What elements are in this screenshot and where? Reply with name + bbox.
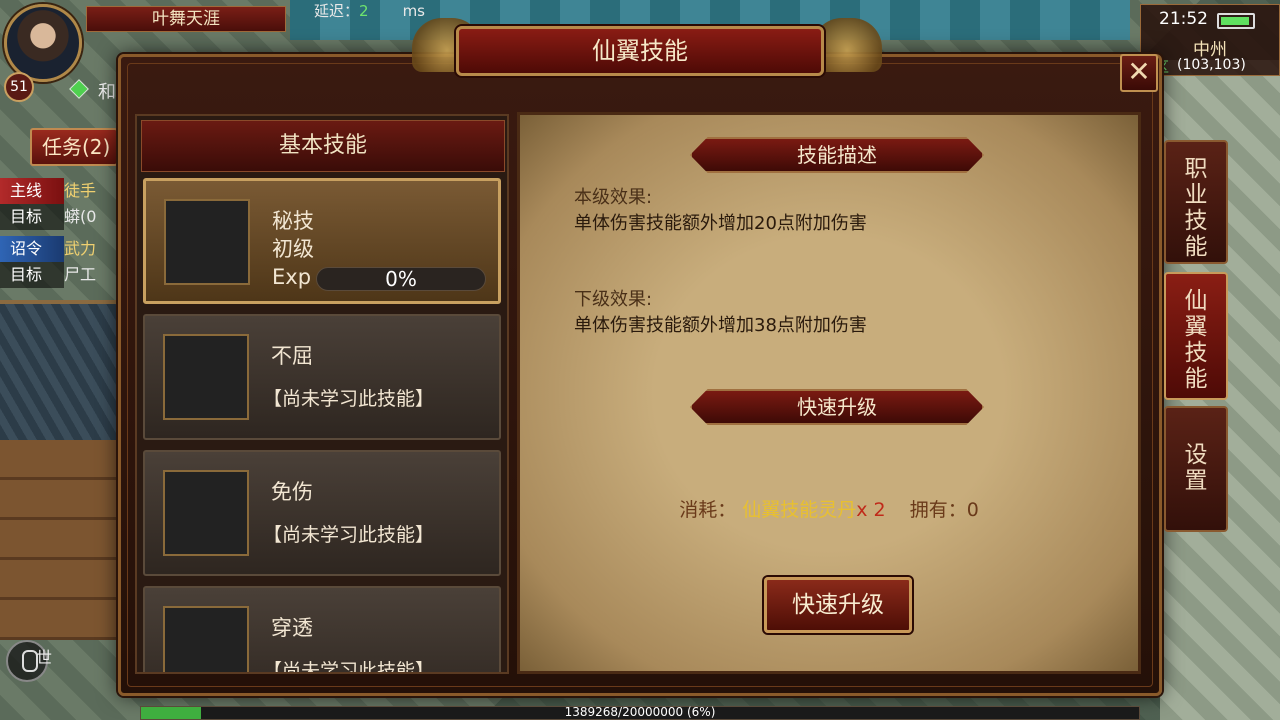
tab-char: 翼 — [1184, 314, 1208, 340]
quest-row-main[interactable]: 主线 徒手 — [0, 178, 118, 204]
quest-target-text: 蟒(0 — [64, 207, 97, 226]
next-effect-text: 单体伤害技能额外增加38点附加伤害 — [574, 315, 867, 336]
quest-target-decree: 目标 尸工 — [0, 262, 118, 288]
skill-item-mianshang[interactable]: 免伤 【尚未学习此技能】 — [143, 450, 501, 576]
player-name: 叶舞天涯 — [86, 6, 286, 32]
quick-upgrade-button[interactable]: 快速升级 — [764, 577, 912, 633]
status-text: 和 — [98, 82, 116, 103]
angel-wings-icon — [163, 334, 249, 420]
quest-row-decree[interactable]: 诏令 武力 — [0, 236, 118, 262]
skill-list-panel: 基本技能 秘技 初级 Exp 0% 不屈 【尚未学习此技能】 免伤 【尚未学习此… — [135, 114, 509, 674]
skill-list-header: 基本技能 — [141, 120, 505, 172]
upgrade-cost-line: 消耗： 仙翼技能灵丹x 2 拥有：0 — [520, 495, 1138, 522]
world-channel-label[interactable]: 世 — [36, 644, 52, 668]
player-coords: (103,103) — [1177, 57, 1246, 73]
experience-text: 1389268/20000000 (6%) — [564, 705, 716, 719]
cost-label: 消耗： — [679, 499, 737, 521]
world-building-roof — [0, 300, 120, 440]
tab-class-skills[interactable]: 职 业 技 能 — [1164, 140, 1228, 264]
skill-status: 【尚未学习此技能】 — [263, 660, 435, 674]
tab-char: 置 — [1184, 468, 1208, 494]
owned-value: 0 — [966, 499, 979, 521]
tab-char: 业 — [1184, 182, 1208, 208]
cost-item: 仙翼技能灵丹 — [742, 499, 857, 521]
tab-char: 能 — [1184, 366, 1208, 392]
close-button[interactable]: ✕ — [1120, 54, 1158, 92]
shield-icon — [163, 470, 249, 556]
quest-target-label: 目标 — [0, 262, 64, 288]
skill-name: 不屈 — [271, 344, 313, 368]
skill-exp-label: Exp — [272, 265, 312, 289]
current-effect-label: 本级效果: — [574, 187, 653, 208]
ping-value: 2 — [359, 2, 369, 20]
fire-burst-icon — [164, 199, 250, 285]
skill-grade: 初级 — [272, 237, 314, 261]
clock-time: 21:52 — [1159, 9, 1208, 29]
skill-item-miji[interactable]: 秘技 初级 Exp 0% — [143, 178, 501, 304]
skill-item-buqu[interactable]: 不屈 【尚未学习此技能】 — [143, 314, 501, 440]
quest-tag-main: 主线 — [0, 178, 64, 204]
task-tab-button[interactable]: 任务(2) — [30, 128, 118, 166]
tab-char: 仙 — [1184, 288, 1208, 314]
quest-text-decree: 武力 — [64, 239, 97, 258]
quest-target-label: 目标 — [0, 204, 64, 230]
world-building-wall — [0, 440, 120, 640]
skill-status: 【尚未学习此技能】 — [263, 388, 435, 410]
skill-description-header: 技能描述 — [690, 137, 984, 173]
skill-name: 秘技 — [272, 209, 314, 233]
tab-char: 技 — [1184, 208, 1208, 234]
quest-tag-decree: 诏令 — [0, 236, 64, 262]
dialog-title: 仙翼技能 — [456, 26, 824, 76]
player-level-badge: 51 — [4, 72, 34, 102]
cost-multiplier: x 2 — [856, 499, 886, 521]
tab-settings[interactable]: 设 置 — [1164, 406, 1228, 532]
tab-wing-skills[interactable]: 仙 翼 技 能 — [1164, 272, 1228, 400]
ping-unit: ms — [402, 2, 425, 20]
tab-char: 技 — [1184, 340, 1208, 366]
ping-label: 延迟： — [314, 2, 360, 20]
quick-upgrade-header: 快速升级 — [690, 389, 984, 425]
battery-icon — [1217, 13, 1255, 29]
owned-label: 拥有： — [909, 499, 967, 521]
experience-bar: 1389268/20000000 (6%) — [140, 705, 1140, 720]
skill-exp-value: 0% — [385, 267, 417, 291]
skill-detail-panel: 技能描述 本级效果: 单体伤害技能额外增加20点附加伤害 下级效果: 单体伤害技… — [517, 112, 1141, 674]
tab-char: 设 — [1184, 442, 1208, 468]
ping-readout: 延迟：2 ms — [314, 0, 425, 21]
current-effect-text: 单体伤害技能额外增加20点附加伤害 — [574, 213, 867, 234]
skill-status: 【尚未学习此技能】 — [263, 524, 435, 546]
skill-item-chuantou[interactable]: 穿透 【尚未学习此技能】 — [143, 586, 501, 674]
skill-exp-bar: 0% — [316, 267, 486, 291]
quest-target-text: 尸工 — [64, 265, 97, 284]
skill-name: 免伤 — [271, 480, 313, 504]
next-effect-label: 下级效果: — [574, 289, 653, 310]
quest-target-main: 目标 蟒(0 — [0, 204, 118, 230]
pierce-icon — [163, 606, 249, 672]
tab-char: 职 — [1184, 156, 1208, 182]
player-avatar[interactable] — [4, 4, 82, 82]
skill-name: 穿透 — [271, 616, 313, 640]
tab-char: 能 — [1184, 234, 1208, 260]
quest-text-main: 徒手 — [64, 181, 97, 200]
